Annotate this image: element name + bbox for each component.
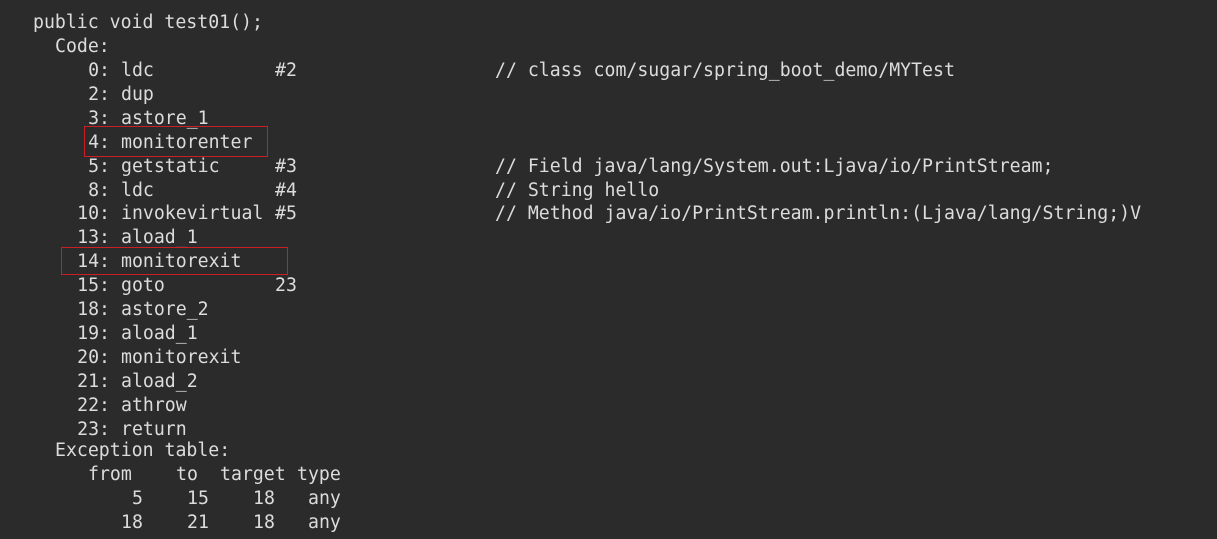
exception-table-header: from to target type — [0, 463, 1217, 487]
exception-cell-to: 21 — [187, 512, 209, 533]
exception-table-label: Exception table: — [55, 440, 231, 461]
instruction-comment: // class com/sugar/spring_boot_demo/MYTe… — [495, 60, 955, 81]
exception-table-row: 5 15 18 any — [0, 487, 1217, 511]
instruction-offset: 13: — [77, 227, 110, 248]
instruction-offset: 2: — [88, 84, 110, 105]
instruction-offset: 8: — [88, 180, 110, 201]
instruction-offset: 21: — [77, 371, 110, 392]
instruction-operand: #4 — [275, 180, 297, 201]
instruction-opcode: astore_1 — [121, 108, 209, 129]
instruction-comment: // Field java/lang/System.out:Ljava/io/P… — [495, 156, 1054, 177]
instruction-offset: 4: — [88, 132, 110, 153]
instruction-row: 14: monitorexit — [0, 250, 1217, 274]
instruction-row: 10: invokevirtual #5 // Method java/io/Prin… — [0, 202, 1217, 226]
exception-header-target: target — [220, 464, 286, 485]
instruction-offset: 10: — [77, 203, 110, 224]
instruction-opcode: monitorexit — [121, 347, 242, 368]
instruction-opcode: monitorenter — [121, 132, 253, 153]
instruction-row: 4: monitorenter — [0, 131, 1217, 155]
code-label-line: Code: — [0, 35, 1217, 59]
instruction-offset: 3: — [88, 108, 110, 129]
exception-cell-type: any — [308, 512, 341, 533]
exception-table-row: 18 21 18 any — [0, 511, 1217, 535]
instruction-comment: // String hello — [495, 180, 660, 201]
exception-table-label-line: Exception table: — [0, 439, 1217, 463]
exception-header-to: to — [176, 464, 198, 485]
exception-cell-to: 15 — [187, 488, 209, 509]
instruction-opcode: aload_2 — [121, 371, 198, 392]
instruction-row: 19: aload_1 — [0, 322, 1217, 346]
instruction-opcode: goto — [121, 275, 165, 296]
exception-cell-type: any — [308, 488, 341, 509]
instruction-row: 0: ldc #2 // class com/sugar/spring_boot_de… — [0, 59, 1217, 83]
exception-cell-target: 18 — [253, 488, 275, 509]
instruction-offset: 5: — [88, 156, 110, 177]
instruction-offset: 18: — [77, 299, 110, 320]
instruction-opcode: monitorexit — [121, 251, 242, 272]
instruction-row: 13: aload_1 — [0, 226, 1217, 250]
instruction-opcode: athrow — [121, 395, 187, 416]
instruction-row: 18: astore_2 — [0, 298, 1217, 322]
method-signature-line: public void test01(); — [0, 11, 1217, 35]
instruction-operand: #5 — [275, 203, 297, 224]
code-label: Code: — [55, 36, 110, 57]
instruction-row: 15: goto 23 — [0, 274, 1217, 298]
exception-cell-from: 5 — [132, 488, 143, 509]
instruction-offset: 20: — [77, 347, 110, 368]
instruction-operand: 23 — [275, 275, 297, 296]
instruction-row: 3: astore_1 — [0, 107, 1217, 131]
exception-cell-target: 18 — [253, 512, 275, 533]
instruction-row: 8: ldc #4 // String hello — [0, 179, 1217, 203]
instruction-offset: 15: — [77, 275, 110, 296]
instruction-offset: 14: — [77, 251, 110, 272]
exception-cell-from: 18 — [121, 512, 143, 533]
instruction-row: 21: aload_2 — [0, 370, 1217, 394]
instruction-row: 22: athrow — [0, 394, 1217, 418]
instruction-opcode: aload_1 — [121, 323, 198, 344]
instruction-comment: // Method java/io/PrintStream.println:(L… — [495, 203, 1142, 224]
instruction-row: 2: dup — [0, 83, 1217, 107]
instruction-row: 20: monitorexit — [0, 346, 1217, 370]
instruction-offset: 22: — [77, 395, 110, 416]
instruction-operand: #2 — [275, 60, 297, 81]
instruction-opcode: aload_1 — [121, 227, 198, 248]
exception-header-type: type — [297, 464, 341, 485]
instruction-opcode: ldc — [121, 180, 154, 201]
instruction-operand: #3 — [275, 156, 297, 177]
instruction-opcode: ldc — [121, 60, 154, 81]
instruction-opcode: invokevirtual — [121, 203, 264, 224]
instruction-row: 5: getstatic #3 // Field java/lang/System.o… — [0, 155, 1217, 179]
instruction-offset: 19: — [77, 323, 110, 344]
exception-header-from: from — [88, 464, 132, 485]
instruction-opcode: astore_2 — [121, 299, 209, 320]
method-signature: public void test01(); — [33, 12, 263, 33]
bytecode-viewer: public void test01(); Code: 0: ldc #2 // cl… — [0, 0, 1217, 539]
instruction-offset: 0: — [88, 60, 110, 81]
instruction-opcode: getstatic — [121, 156, 220, 177]
instruction-opcode: dup — [121, 84, 154, 105]
